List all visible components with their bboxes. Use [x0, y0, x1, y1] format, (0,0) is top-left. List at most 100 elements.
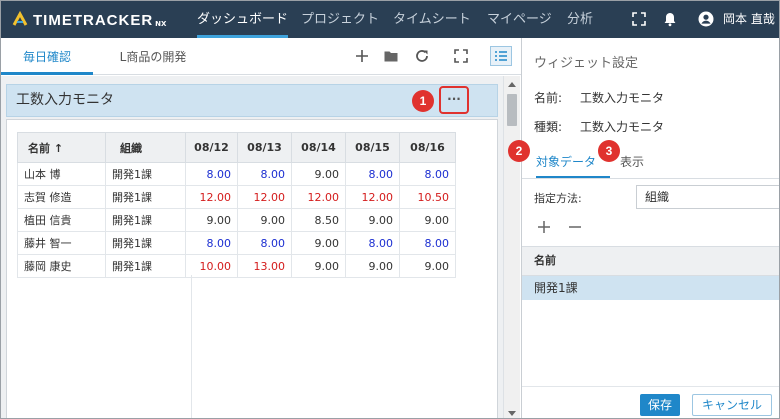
scroll-thumb[interactable]	[507, 94, 517, 126]
cell-org: 開発1課	[105, 185, 186, 209]
column-header-org[interactable]: 組織	[105, 132, 186, 163]
cell-hours: 8.00	[345, 162, 400, 186]
tab-product-dev[interactable]: L商品の開発	[105, 38, 201, 75]
panel-footer: 保存 キャンセル	[522, 386, 779, 418]
panel-title: ウィジェット設定	[534, 56, 639, 71]
cell-hours: 9.00	[237, 208, 292, 232]
cell-name: 山本 博	[17, 162, 106, 186]
cell-org: 開発1課	[105, 254, 186, 278]
app-logo[interactable]: TIMETRACKER NX	[11, 10, 166, 30]
table-row[interactable]: 藤岡 康史 開発1課 10.00 13.00 9.00 9.00 9.00	[17, 254, 456, 278]
refresh-icon[interactable]	[414, 48, 430, 64]
fullscreen-icon[interactable]	[453, 48, 469, 64]
cell-hours: 12.00	[237, 185, 292, 209]
plus-icon[interactable]	[354, 48, 370, 64]
cell-hours: 9.00	[399, 254, 456, 278]
cell-hours: 10.50	[399, 185, 456, 209]
callout-badge-2: 2	[508, 140, 530, 162]
cell-hours: 8.00	[185, 231, 238, 255]
column-header-date[interactable]: 08/14	[291, 132, 346, 163]
fullscreen-icon[interactable]	[631, 11, 647, 27]
monitor-table: 名前 ↑ 組織 08/12 08/13 08/14 08/15 08/16 山本…	[17, 132, 456, 278]
user-name[interactable]: 岡本 直哉	[723, 1, 775, 38]
cell-name: 植田 信貴	[17, 208, 106, 232]
type-value: 工数入力モニタ	[580, 120, 665, 134]
table-row[interactable]: 山本 博開発1課 8.00 8.00 9.00 8.00 8.00	[17, 162, 456, 186]
tab-display[interactable]: 表示	[620, 152, 660, 178]
logo-suffix: NX	[155, 20, 167, 28]
widget-body: 名前 ↑ 組織 08/12 08/13 08/14 08/15 08/16 山本…	[6, 119, 498, 418]
cell-hours: 8.00	[345, 231, 400, 255]
nav-analysis[interactable]: 分析	[567, 1, 593, 38]
nav-mypage[interactable]: マイページ	[487, 1, 552, 38]
app-window: TIMETRACKER NX ダッシュボード プロジェクト タイムシート マイペ…	[0, 0, 780, 419]
panel-tab-divider	[522, 178, 779, 179]
cell-name: 藤井 智一	[17, 231, 106, 255]
remove-icon[interactable]	[568, 220, 582, 234]
cell-hours: 9.00	[185, 208, 238, 232]
column-header-date[interactable]: 08/16	[399, 132, 456, 163]
table-header-row: 名前 ↑ 組織 08/12 08/13 08/14 08/15 08/16	[17, 132, 456, 163]
widget-more-button[interactable]: ···	[439, 86, 469, 114]
name-value: 工数入力モニタ	[580, 91, 665, 105]
table-row[interactable]: 藤井 智一 開発1課 8.00 8.00 9.00 8.00 8.00	[17, 231, 456, 255]
cell-hours: 9.00	[345, 208, 400, 232]
add-icon[interactable]	[537, 220, 551, 234]
bell-icon[interactable]	[662, 11, 678, 27]
column-header-date[interactable]: 08/15	[345, 132, 400, 163]
nav-timesheet[interactable]: タイムシート	[393, 1, 471, 38]
scroll-up-icon[interactable]	[508, 82, 516, 87]
cell-hours: 9.00	[291, 254, 346, 278]
dashboard-content: 工数入力モニタ 名前 ↑ 組織 08/12 08/13 08/14 08/15 …	[1, 76, 503, 418]
cell-org: 開発1課	[105, 208, 186, 232]
cell-hours: 8.00	[237, 231, 292, 255]
table-body: 山本 博開発1課 8.00 8.00 9.00 8.00 8.00 志賀 修造 開発1課 12.…	[17, 162, 456, 278]
table-row[interactable]: 志賀 修造 開発1課 12.00 12.00 12.00 12.00 10.50	[17, 185, 456, 209]
cell-hours: 8.50	[291, 208, 346, 232]
cell-name: 志賀 修造	[17, 185, 106, 209]
nav-dashboard[interactable]: ダッシュボード	[197, 1, 289, 38]
logo-text: TIMETRACKER	[33, 11, 154, 29]
column-divider	[191, 275, 192, 418]
cell-hours: 9.00	[291, 231, 346, 255]
list-view-icon[interactable]	[490, 46, 512, 66]
cell-hours: 9.00	[291, 162, 346, 186]
cell-hours: 9.00	[345, 254, 400, 278]
cell-org: 開発1課	[105, 231, 186, 255]
name-label: 名前:	[534, 91, 563, 105]
cancel-button[interactable]: キャンセル	[692, 394, 772, 416]
callout-badge-1: 1	[412, 90, 434, 112]
cell-hours: 9.00	[399, 208, 456, 232]
cell-hours: 12.00	[291, 185, 346, 209]
cell-hours: 8.00	[185, 162, 238, 186]
list-item-selected[interactable]: 開発1課	[522, 276, 779, 300]
folder-icon[interactable]	[383, 48, 399, 64]
method-label: 指定方法:	[534, 192, 582, 205]
more-icon: ···	[447, 92, 461, 106]
column-header-name[interactable]: 名前 ↑	[17, 132, 106, 163]
cell-hours: 13.00	[237, 254, 292, 278]
table-row[interactable]: 植田 信貴 開発1課 9.00 9.00 8.50 9.00 9.00	[17, 208, 456, 232]
widget-settings-panel: ウィジェット設定 名前: 工数入力モニタ 種類: 工数入力モニタ 対象データ 表…	[521, 38, 779, 418]
scroll-down-icon[interactable]	[508, 411, 516, 416]
content-scrollbar[interactable]	[503, 76, 520, 418]
cell-hours: 8.00	[399, 162, 456, 186]
save-button[interactable]: 保存	[640, 394, 680, 416]
cell-hours: 8.00	[237, 162, 292, 186]
column-header-date[interactable]: 08/12	[185, 132, 238, 163]
widget-title: 工数入力モニタ	[16, 92, 114, 108]
nav-project[interactable]: プロジェクト	[301, 1, 379, 38]
list-header: 名前	[522, 246, 779, 276]
cell-org: 開発1課	[105, 162, 186, 186]
dashboard-tab-bar: 毎日確認 L商品の開発	[1, 38, 521, 75]
cell-name: 藤岡 康史	[17, 254, 106, 278]
user-avatar-icon[interactable]	[698, 11, 714, 27]
cell-hours: 12.00	[185, 185, 238, 209]
tab-daily-check[interactable]: 毎日確認	[1, 38, 93, 75]
cell-hours: 8.00	[399, 231, 456, 255]
cell-hours: 12.00	[345, 185, 400, 209]
top-nav-bar: TIMETRACKER NX ダッシュボード プロジェクト タイムシート マイペ…	[1, 1, 779, 38]
logo-icon	[12, 11, 28, 26]
column-header-date[interactable]: 08/13	[237, 132, 292, 163]
method-select[interactable]: 組織	[636, 185, 779, 209]
